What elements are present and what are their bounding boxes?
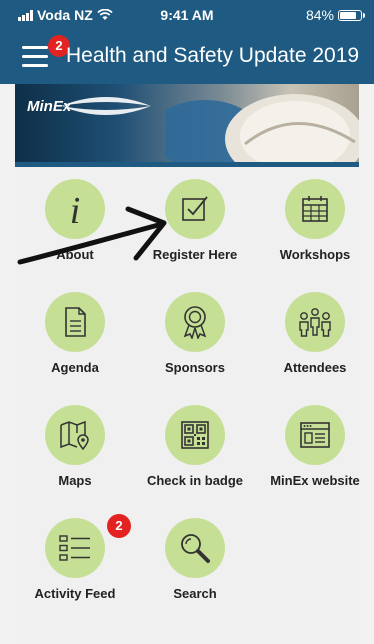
- tile-minex-website[interactable]: MinEx website: [255, 405, 374, 488]
- info-icon: i: [70, 190, 81, 229]
- calendar-icon: [302, 196, 328, 222]
- app-header: 2 Health and Safety Update 2019: [0, 28, 374, 84]
- menu-icon: [22, 46, 48, 49]
- status-bar: Voda NZ 9:41 AM 84%: [0, 0, 374, 28]
- tile-check-in-badge[interactable]: Check in badge: [135, 405, 255, 488]
- tile-label: Sponsors: [165, 360, 225, 375]
- helmets-image: [165, 94, 359, 162]
- tile-label: Check in badge: [146, 473, 244, 488]
- menu-grid: i About Register Here Workshops Agenda S…: [15, 167, 360, 644]
- logo-swoosh-icon: [61, 97, 151, 115]
- tile-label: MinEx website: [270, 473, 360, 488]
- people-icon: [299, 308, 331, 337]
- svg-text:i: i: [70, 190, 81, 229]
- tile-label: Attendees: [283, 360, 347, 375]
- tile-about[interactable]: i About: [15, 179, 135, 262]
- checkbox-icon: [182, 196, 208, 221]
- tile-workshops[interactable]: Workshops: [255, 179, 374, 262]
- tile-register-here[interactable]: Register Here: [135, 179, 255, 262]
- tile-label: Agenda: [51, 360, 99, 375]
- tile-search[interactable]: Search: [135, 518, 255, 601]
- list-icon: [59, 535, 90, 561]
- tile-attendees[interactable]: Attendees: [255, 292, 374, 375]
- award-ribbon-icon: [183, 306, 207, 339]
- tile-maps[interactable]: Maps: [15, 405, 135, 488]
- battery-icon: [338, 9, 365, 21]
- tile-agenda[interactable]: Agenda: [15, 292, 135, 375]
- document-icon: [65, 307, 86, 337]
- battery-level: [340, 11, 356, 19]
- battery-percent: 84%: [305, 7, 334, 23]
- page-title: Health and Safety Update 2019: [66, 44, 360, 67]
- tile-label: Workshops: [279, 247, 351, 262]
- browser-window-icon: [300, 422, 330, 448]
- qr-code-icon: [181, 421, 209, 449]
- tile-label: Search: [173, 586, 217, 601]
- tile-label: Activity Feed: [34, 586, 116, 601]
- activity-feed-badge: 2: [107, 514, 131, 538]
- tile-label: Register Here: [152, 247, 238, 262]
- tile-label: About: [56, 247, 94, 262]
- tile-activity-feed[interactable]: 2 Activity Feed: [15, 514, 135, 601]
- map-pin-icon: [60, 420, 89, 451]
- magnifier-icon: [181, 534, 210, 563]
- event-banner: MinEx: [15, 84, 359, 162]
- tile-label: Maps: [58, 473, 92, 488]
- hamburger-menu-button[interactable]: [22, 46, 48, 68]
- tile-sponsors[interactable]: Sponsors: [135, 292, 255, 375]
